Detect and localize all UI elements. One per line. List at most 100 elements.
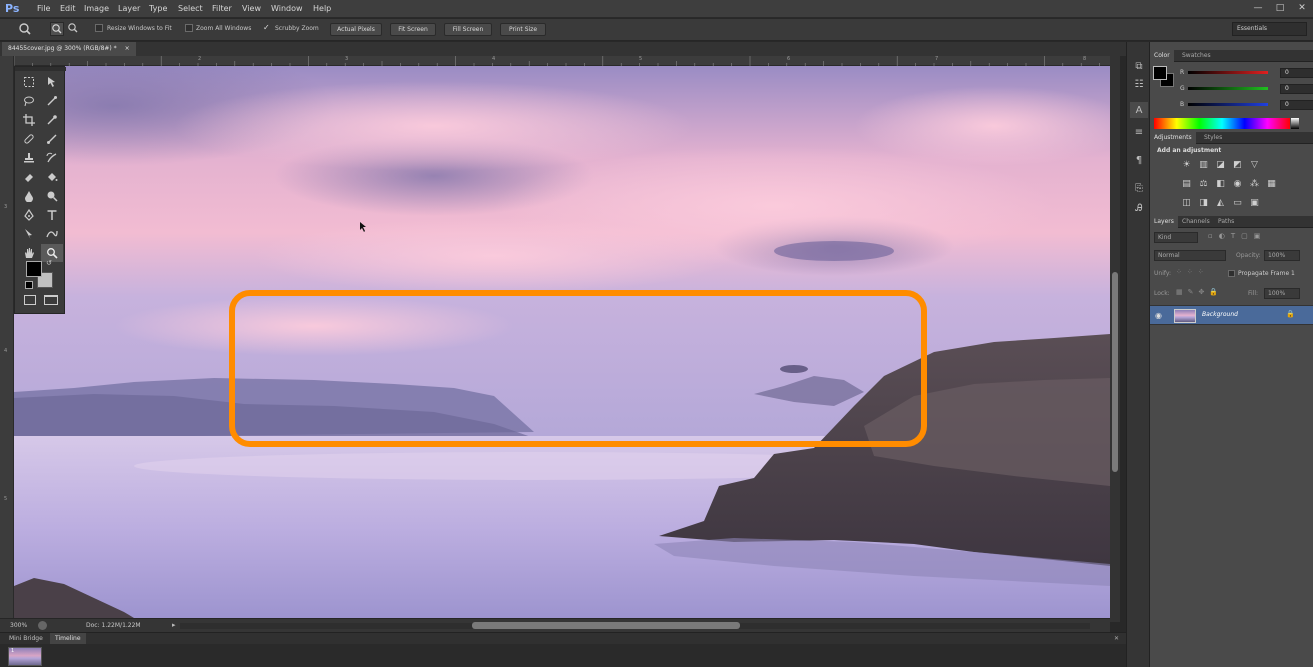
animation-frame-thumbnail[interactable]: 1 <box>8 647 42 666</box>
red-value[interactable]: 0 <box>1280 68 1313 78</box>
green-slider[interactable] <box>1188 87 1268 90</box>
curves-icon[interactable]: ◪ <box>1214 159 1227 171</box>
eraser-icon[interactable] <box>18 168 40 186</box>
levels-icon[interactable]: ▥ <box>1197 159 1210 171</box>
eyedropper-icon[interactable] <box>41 111 63 129</box>
hue-saturation-icon[interactable]: ▤ <box>1180 178 1193 190</box>
path-selection-icon[interactable] <box>18 225 40 243</box>
tab-adjustments[interactable]: Adjustments <box>1150 132 1196 144</box>
panel-close-icon[interactable]: ✕ <box>1114 635 1122 643</box>
default-colors-icon[interactable] <box>25 281 33 289</box>
document-canvas[interactable] <box>14 66 1110 618</box>
fit-screen-button[interactable]: Fit Screen <box>390 23 436 36</box>
blend-mode-select[interactable]: Normal <box>1154 250 1226 261</box>
document-tab[interactable]: 84455cover.jpg @ 300% (RGB/8#) * × <box>2 42 136 56</box>
foreground-color-swatch[interactable] <box>26 261 42 277</box>
document-close-icon[interactable]: × <box>125 45 130 52</box>
workspace-select[interactable]: Essentials <box>1232 22 1307 36</box>
selective-color-icon[interactable]: ▣ <box>1248 197 1261 209</box>
color-balance-icon[interactable]: ⚖ <box>1197 178 1210 190</box>
crop-icon[interactable] <box>18 111 40 129</box>
character-styles-icon[interactable]: Ꭿ <box>1130 200 1148 216</box>
blue-slider[interactable] <box>1188 103 1268 106</box>
screen-mode-icon[interactable] <box>44 295 58 305</box>
layer-filter-icons[interactable]: ▫◐T▢▣ <box>1208 232 1298 243</box>
tab-swatches[interactable]: Swatches <box>1178 50 1215 62</box>
swap-colors-icon[interactable]: ↺ <box>46 259 54 267</box>
properties-panel-icon[interactable]: ☷ <box>1130 76 1148 92</box>
blur-icon[interactable] <box>18 187 40 205</box>
exposure-icon[interactable]: ◩ <box>1231 159 1244 171</box>
tab-styles[interactable]: Styles <box>1200 132 1226 144</box>
vertical-scroll-thumb[interactable] <box>1112 272 1118 472</box>
tab-channels[interactable]: Channels <box>1178 216 1214 228</box>
layer-name[interactable]: Background <box>1202 311 1238 318</box>
tab-layers[interactable]: Layers <box>1150 216 1178 228</box>
color-spectrum-ramp[interactable] <box>1154 118 1290 129</box>
move-tool-icon[interactable] <box>41 73 63 91</box>
rectangular-marquee-icon[interactable] <box>18 73 40 91</box>
menu-file[interactable]: File <box>37 0 50 18</box>
green-value[interactable]: 0 <box>1280 84 1313 94</box>
zoom-in-icon[interactable] <box>50 22 64 36</box>
vertical-scrollbar[interactable] <box>1110 56 1120 622</box>
history-brush-icon[interactable] <box>41 149 63 167</box>
scrubby-zoom-checkmark-icon[interactable]: ✓ <box>263 23 272 33</box>
maximize-button[interactable]: □ <box>1273 2 1287 14</box>
gradient-map-icon[interactable]: ▭ <box>1231 197 1244 209</box>
menu-edit[interactable]: Edit <box>60 0 76 18</box>
menu-filter[interactable]: Filter <box>212 0 232 18</box>
layer-row-background[interactable]: ◉ Background 🔒 <box>1150 305 1313 325</box>
fill-screen-button[interactable]: Fill Screen <box>444 23 492 36</box>
healing-brush-icon[interactable] <box>18 130 40 148</box>
brush-icon[interactable] <box>41 130 63 148</box>
quick-mask-icon[interactable] <box>24 295 36 305</box>
lasso-icon[interactable] <box>18 92 40 110</box>
red-slider[interactable] <box>1188 71 1268 74</box>
horizontal-scroll-thumb[interactable] <box>472 622 740 629</box>
menu-view[interactable]: View <box>242 0 261 18</box>
menu-help[interactable]: Help <box>313 0 331 18</box>
menu-image[interactable]: Image <box>84 0 109 18</box>
resize-windows-checkbox[interactable] <box>95 24 103 32</box>
brightness-contrast-icon[interactable]: ☀ <box>1180 159 1193 171</box>
menu-layer[interactable]: Layer <box>118 0 140 18</box>
posterize-icon[interactable]: ◨ <box>1197 197 1210 209</box>
layer-visibility-eye-icon[interactable]: ◉ <box>1155 311 1165 321</box>
pen-icon[interactable] <box>18 206 40 224</box>
clone-source-icon[interactable]: ⎘ <box>1130 180 1148 196</box>
unify-icons[interactable]: ⁘⁘⁘ <box>1176 268 1226 278</box>
shape-tool-icon[interactable] <box>41 225 63 243</box>
quick-selection-icon[interactable] <box>41 92 63 110</box>
actual-pixels-button[interactable]: Actual Pixels <box>330 23 382 36</box>
fill-field[interactable]: 100% <box>1264 288 1300 299</box>
zoom-out-icon[interactable] <box>67 22 81 36</box>
vibrance-icon[interactable]: ▽ <box>1248 159 1261 171</box>
threshold-icon[interactable]: ◭ <box>1214 197 1227 209</box>
channel-mixer-icon[interactable]: ⁂ <box>1248 178 1261 190</box>
tab-color[interactable]: Color <box>1150 50 1174 62</box>
color-panel-foreground-swatch[interactable] <box>1153 66 1167 80</box>
paint-bucket-icon[interactable] <box>41 168 63 186</box>
opacity-field[interactable]: 100% <box>1264 250 1300 261</box>
status-options-icon[interactable] <box>38 621 47 630</box>
blue-value[interactable]: 0 <box>1280 100 1313 110</box>
dodge-icon[interactable] <box>41 187 63 205</box>
invert-icon[interactable]: ◫ <box>1180 197 1193 209</box>
menu-window[interactable]: Window <box>271 0 303 18</box>
photo-filter-icon[interactable]: ◉ <box>1231 178 1244 190</box>
menu-type[interactable]: Type <box>149 0 167 18</box>
toolbox-grip[interactable] <box>15 67 66 71</box>
hand-tool-icon[interactable] <box>18 244 40 262</box>
minimize-button[interactable]: — <box>1251 2 1265 14</box>
layer-kind-filter[interactable]: Kind <box>1154 232 1198 243</box>
black-white-icon[interactable]: ◧ <box>1214 178 1227 190</box>
zoom-all-checkbox[interactable] <box>185 24 193 32</box>
tab-paths[interactable]: Paths <box>1214 216 1238 228</box>
lock-icons[interactable]: ▦✎✥🔒 <box>1176 288 1236 298</box>
status-menu-arrow-icon[interactable]: ▸ <box>172 621 178 630</box>
grayscale-ramp[interactable] <box>1291 118 1299 129</box>
paragraph-panel-icon[interactable]: ¶ <box>1130 152 1148 168</box>
close-button[interactable]: ✕ <box>1295 2 1309 14</box>
zoom-level[interactable]: 300% <box>10 619 27 632</box>
